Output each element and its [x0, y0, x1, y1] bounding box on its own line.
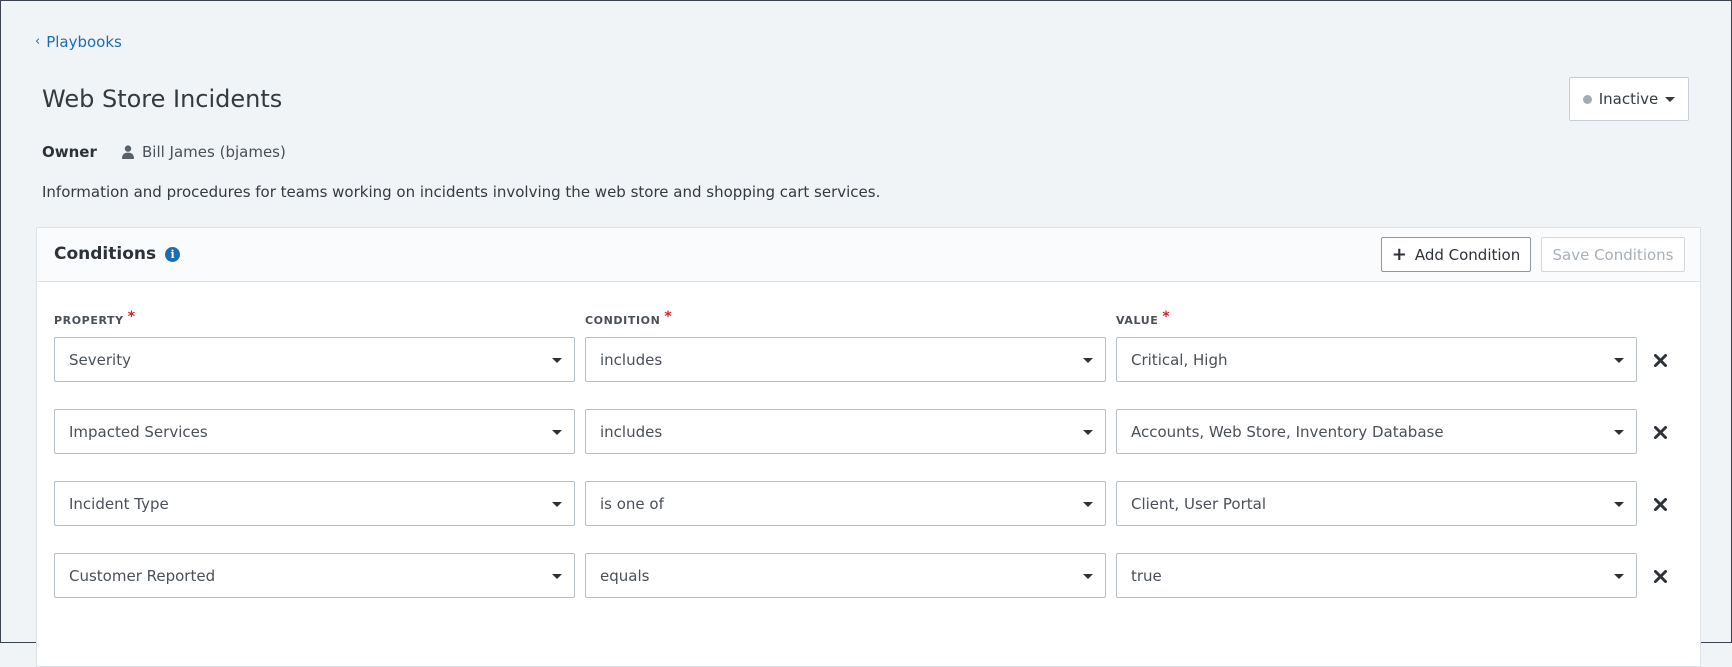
caret-down-icon [1614, 358, 1624, 363]
caret-down-icon [1614, 574, 1624, 579]
chevron-left-icon: ‹ [35, 33, 41, 49]
property-select[interactable]: Incident Type [54, 481, 575, 526]
caret-down-icon [552, 502, 562, 507]
condition-select[interactable]: equals [585, 553, 1106, 598]
value-select-value: Client, User Portal [1131, 494, 1267, 513]
caret-down-icon [1614, 502, 1624, 507]
save-conditions-button[interactable]: Save Conditions [1541, 237, 1685, 272]
property-column-label: PROPERTY * [54, 309, 136, 328]
caret-down-icon [552, 574, 562, 579]
required-asterisk-icon: * [1162, 309, 1171, 325]
status-dropdown[interactable]: Inactive [1569, 77, 1689, 121]
caret-down-icon [1083, 358, 1093, 363]
conditions-title-text: Conditions [54, 244, 157, 264]
add-condition-button[interactable]: + Add Condition [1381, 237, 1531, 272]
caret-down-icon [1083, 430, 1093, 435]
property-select[interactable]: Impacted Services [54, 409, 575, 454]
value-select-value: Critical, High [1131, 350, 1228, 369]
conditions-panel: Conditions i + Add Condition Save Condit… [36, 227, 1701, 667]
value-select[interactable]: Critical, High [1116, 337, 1637, 382]
owner-row: Owner Bill James (bjames) [42, 143, 286, 161]
condition-select-value: includes [600, 350, 663, 369]
condition-select[interactable]: includes [585, 409, 1106, 454]
value-select[interactable]: Accounts, Web Store, Inventory Database [1116, 409, 1637, 454]
required-asterisk-icon: * [664, 309, 673, 325]
owner-label: Owner [42, 143, 97, 161]
playbook-page: ‹ Playbooks Web Store Incidents Inactive… [1, 1, 1731, 667]
condition-select-value: includes [600, 422, 663, 441]
status-label: Inactive [1598, 90, 1659, 108]
conditions-header: Conditions i + Add Condition Save Condit… [37, 228, 1700, 282]
value-select[interactable]: true [1116, 553, 1637, 598]
status-dot-icon [1582, 94, 1592, 104]
page-title: Web Store Incidents [42, 85, 283, 113]
required-asterisk-icon: * [127, 309, 136, 325]
condition-select[interactable]: includes [585, 337, 1106, 382]
back-link-label: Playbooks [46, 33, 122, 51]
remove-condition-button[interactable] [1650, 494, 1670, 514]
property-select-value: Incident Type [69, 494, 169, 513]
remove-condition-button[interactable] [1650, 350, 1670, 370]
playbook-description: Information and procedures for teams wor… [42, 183, 881, 201]
close-icon [1653, 425, 1667, 439]
property-select-value: Severity [69, 350, 131, 369]
close-icon [1653, 353, 1667, 367]
property-select-value: Impacted Services [69, 422, 208, 441]
conditions-title: Conditions i [54, 244, 181, 264]
back-to-playbooks-link[interactable]: ‹ Playbooks [35, 33, 122, 51]
remove-condition-button[interactable] [1650, 566, 1670, 586]
remove-condition-button[interactable] [1650, 422, 1670, 442]
caret-down-icon [552, 430, 562, 435]
condition-select[interactable]: is one of [585, 481, 1106, 526]
condition-column-text: CONDITION [585, 314, 661, 327]
value-column-text: VALUE [1116, 314, 1159, 327]
property-select[interactable]: Customer Reported [54, 553, 575, 598]
value-select-value: true [1131, 566, 1162, 585]
caret-down-icon [1665, 96, 1676, 102]
caret-down-icon [1083, 574, 1093, 579]
owner-value: Bill James (bjames) [122, 143, 286, 161]
value-select[interactable]: Client, User Portal [1116, 481, 1637, 526]
property-select[interactable]: Severity [54, 337, 575, 382]
caret-down-icon [552, 358, 562, 363]
user-icon [122, 145, 134, 159]
caret-down-icon [1083, 502, 1093, 507]
add-condition-label: Add Condition [1414, 245, 1521, 264]
info-icon[interactable]: i [165, 246, 181, 262]
condition-column-label: CONDITION * [585, 309, 673, 328]
value-column-label: VALUE * [1116, 309, 1171, 328]
property-select-value: Customer Reported [69, 566, 216, 585]
owner-name: Bill James (bjames) [142, 143, 286, 161]
condition-select-value: equals [600, 566, 650, 585]
caret-down-icon [1614, 430, 1624, 435]
property-column-text: PROPERTY [54, 314, 124, 327]
close-icon [1653, 497, 1667, 511]
close-icon [1653, 569, 1667, 583]
condition-select-value: is one of [600, 494, 664, 513]
plus-icon: + [1391, 243, 1407, 265]
value-select-value: Accounts, Web Store, Inventory Database [1131, 422, 1444, 441]
